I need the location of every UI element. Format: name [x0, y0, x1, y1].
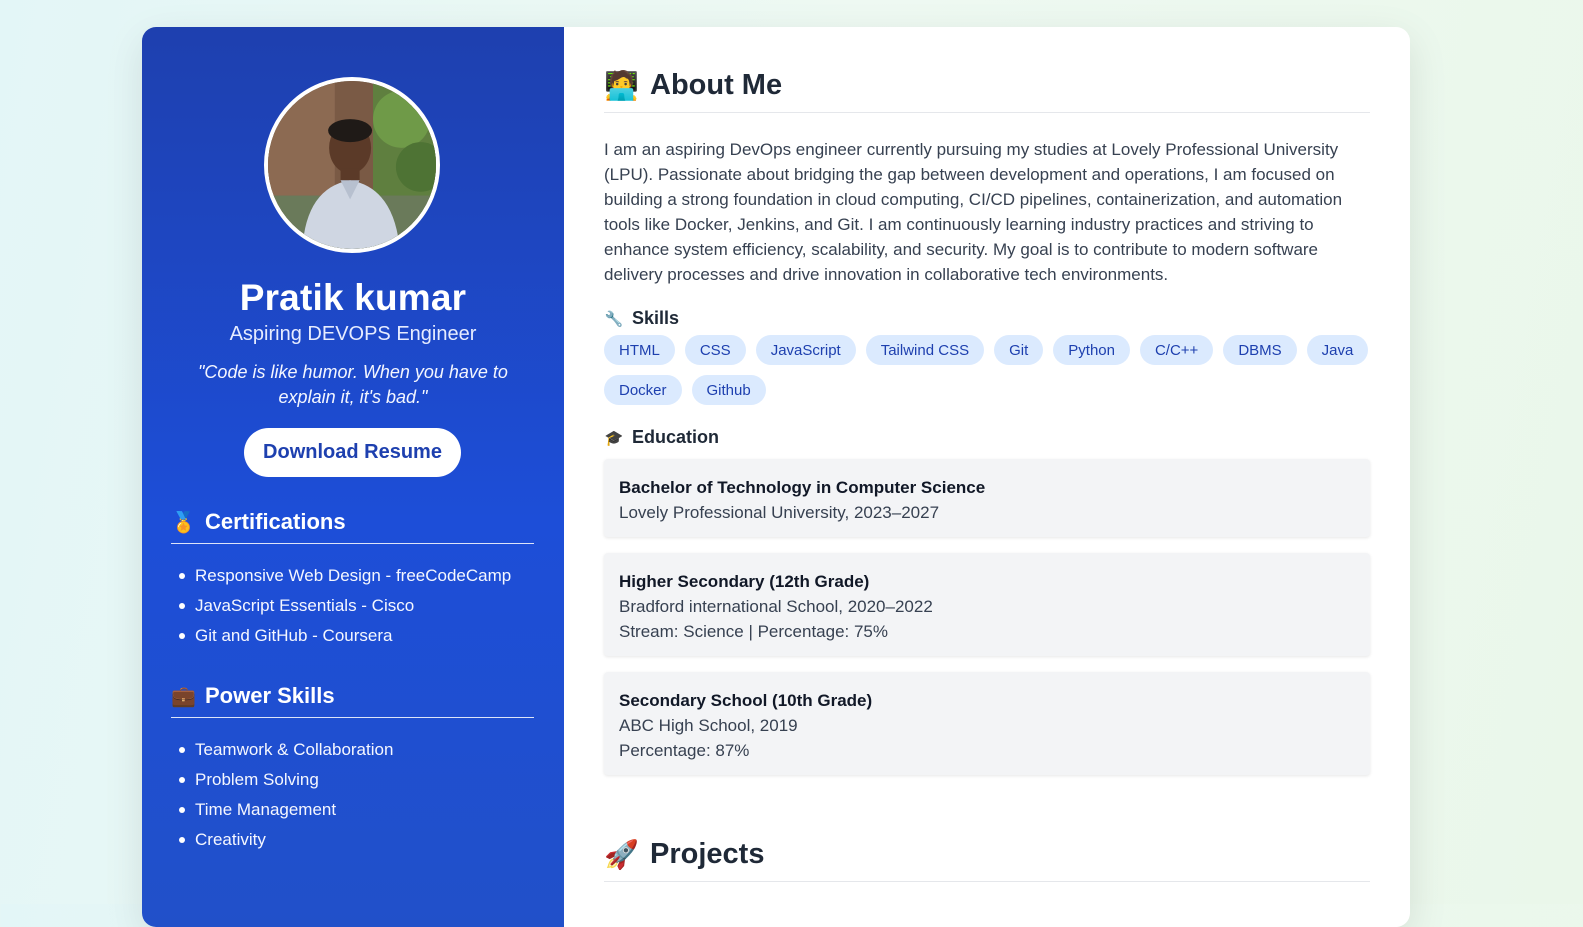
about-title: About Me [650, 69, 783, 101]
education-degree: Bachelor of Technology in Computer Scien… [619, 478, 986, 497]
main-content: 🧑‍💻 About Me I am an aspiring DevOps eng… [564, 27, 1410, 927]
medal-icon: 🏅 [171, 511, 196, 534]
skills-title: Skills [632, 308, 680, 328]
list-item: Responsive Web Design - freeCodeCamp [175, 564, 534, 594]
profile-quote: "Code is like humor. When you have to ex… [198, 362, 508, 407]
education-details: Percentage: 87% [619, 741, 750, 760]
certifications-section: 🏅 Certifications Responsive Web Design -… [171, 509, 534, 654]
graduation-cap-icon: 🎓 [604, 429, 624, 447]
skill-chip: HTML [604, 335, 675, 365]
skill-chip: JavaScript [755, 335, 856, 365]
profile-sidebar: Pratik kumar Aspiring DEVOPS Engineer "C… [142, 27, 564, 927]
list-item: JavaScript Essentials - Cisco [175, 594, 534, 624]
about-text: I am an aspiring DevOps engineer current… [604, 140, 1343, 284]
skills-heading: 🔧 Skills [604, 308, 679, 329]
education-degree: Secondary School (10th Grade) [619, 691, 873, 710]
skill-chip: Python [1053, 335, 1130, 365]
skill-chip: C/C++ [1139, 335, 1214, 365]
education-card: Higher Secondary (12th Grade) Bradford i… [604, 553, 1370, 656]
certifications-list: Responsive Web Design - freeCodeCamp Jav… [171, 564, 534, 654]
skills-chips: HTML CSS JavaScript Tailwind CSS Git Pyt… [604, 335, 1370, 405]
wrench-icon: 🔧 [604, 310, 624, 328]
education-card: Bachelor of Technology in Computer Scien… [604, 459, 1370, 537]
skill-chip: Git [994, 335, 1044, 365]
skill-chip: Java [1306, 335, 1369, 365]
power-skills-title: Power Skills [205, 683, 335, 708]
education-card: Secondary School (10th Grade) ABC High S… [604, 672, 1370, 775]
power-skills-heading: 💼 Power Skills [171, 683, 534, 718]
list-item: Problem Solving [175, 768, 534, 798]
certifications-heading: 🏅 Certifications [171, 509, 534, 544]
projects-title: Projects [650, 838, 765, 870]
certifications-title: Certifications [205, 509, 346, 534]
education-details: Stream: Science | Percentage: 75% [619, 622, 889, 641]
list-item: Creativity [175, 828, 534, 858]
skill-chip: Tailwind CSS [865, 335, 985, 365]
list-item: Teamwork & Collaboration [175, 738, 534, 768]
download-resume-button[interactable]: Download Resume [244, 428, 461, 477]
skill-chip: DBMS [1223, 335, 1297, 365]
education-institution: Lovely Professional University, 2023–202… [619, 503, 940, 522]
technologist-icon: 🧑‍💻 [604, 70, 639, 101]
profile-role: Aspiring DEVOPS Engineer [229, 323, 477, 345]
skill-chip: Github [691, 375, 766, 405]
education-heading: 🎓 Education [604, 427, 719, 448]
resume-card: Pratik kumar Aspiring DEVOPS Engineer "C… [142, 27, 1410, 927]
power-skills-list: Teamwork & Collaboration Problem Solving… [171, 738, 534, 858]
profile-photo [268, 81, 436, 249]
list-item: Git and GitHub - Coursera [175, 624, 534, 654]
rocket-icon: 🚀 [604, 839, 639, 870]
profile-name: Pratik kumar [239, 277, 467, 318]
skill-chip: CSS [684, 335, 746, 365]
education-title: Education [632, 427, 720, 447]
about-heading: 🧑‍💻 About Me [604, 69, 1370, 113]
education-institution: ABC High School, 2019 [619, 716, 798, 735]
education-institution: Bradford international School, 2020–2022 [619, 597, 933, 616]
briefcase-icon: 💼 [171, 685, 196, 708]
skill-chip: Docker [604, 375, 682, 405]
projects-heading: 🚀 Projects [604, 838, 1370, 882]
avatar [264, 77, 440, 253]
education-degree: Higher Secondary (12th Grade) [619, 572, 870, 591]
power-skills-section: 💼 Power Skills Teamwork & Collaboration … [171, 683, 534, 858]
list-item: Time Management [175, 798, 534, 828]
